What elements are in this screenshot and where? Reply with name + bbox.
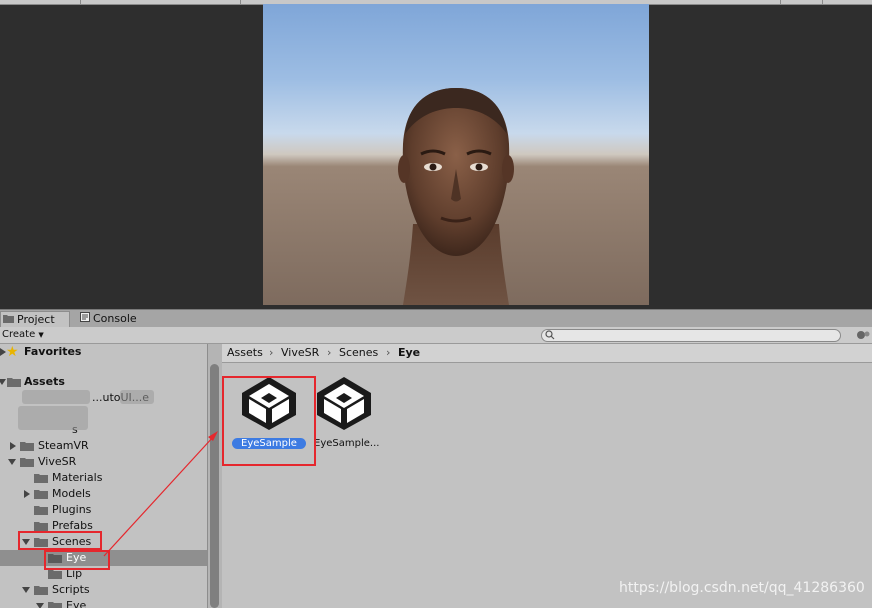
breadcrumb: Assets › ViveSR › Scenes › Eye: [222, 344, 872, 363]
tree-scrollbar[interactable]: [207, 344, 223, 608]
annotation-box-scenes: [18, 531, 102, 550]
tree-item-scripts-eye[interactable]: Eye: [0, 598, 207, 608]
folder-icon: [34, 474, 48, 483]
folder-icon: [3, 312, 14, 328]
tree-item-plugins[interactable]: Plugins: [0, 502, 207, 518]
breadcrumb-scenes[interactable]: Scenes: [339, 344, 378, 362]
tree-item-models[interactable]: Models: [0, 486, 207, 502]
watermark-text: https://blog.csdn.net/qq_41286360: [619, 580, 865, 596]
folder-icon: [34, 506, 48, 515]
head-model-image: [398, 88, 514, 305]
scrollbar-thumb[interactable]: [210, 364, 219, 608]
game-view: [0, 0, 872, 309]
unity-scene-icon: [317, 377, 371, 430]
annotation-box-eye: [44, 550, 110, 570]
breadcrumb-separator: ›: [269, 346, 274, 359]
folder-icon: [20, 458, 34, 467]
redaction-blur: [120, 390, 154, 404]
project-toolbar: Create ▼: [0, 327, 872, 344]
console-icon: [80, 311, 90, 327]
tab-console[interactable]: Console: [78, 311, 150, 327]
folder-icon: [34, 586, 48, 595]
annotation-box-asset: [222, 376, 316, 466]
asset-eyesample-2[interactable]: EyeSample...: [314, 375, 394, 455]
redaction-blur: [18, 406, 88, 430]
scene-viewport[interactable]: [263, 4, 649, 305]
breadcrumb-assets[interactable]: Assets: [227, 344, 263, 362]
folder-icon: [7, 378, 21, 387]
tab-project[interactable]: Project: [0, 311, 70, 328]
assets-root-folder[interactable]: Assets: [0, 374, 207, 390]
redaction-blur: [22, 390, 90, 404]
breadcrumb-eye[interactable]: Eye: [398, 344, 420, 362]
folder-icon: [48, 570, 62, 579]
search-input[interactable]: [541, 329, 841, 342]
panel-tab-bar: Project Console: [0, 309, 872, 328]
filter-icon[interactable]: [856, 329, 870, 344]
chevron-down-icon: ▼: [38, 331, 44, 339]
folder-icon: [34, 522, 48, 531]
star-icon: ★: [6, 344, 19, 360]
search-icon: [545, 330, 555, 343]
folder-icon: [20, 442, 34, 451]
favorites-header[interactable]: ★ Favorites: [0, 344, 207, 360]
create-dropdown-button[interactable]: Create ▼: [2, 328, 44, 342]
tree-item-materials[interactable]: Materials: [0, 470, 207, 486]
tree-item-vivesr[interactable]: ViveSR: [0, 454, 207, 470]
breadcrumb-separator: ›: [386, 346, 391, 359]
asset-grid: EyeSample EyeSample...: [222, 363, 872, 608]
breadcrumb-separator: ›: [327, 346, 332, 359]
tree-item-scripts[interactable]: Scripts: [0, 582, 207, 598]
folder-icon: [48, 602, 62, 608]
breadcrumb-vivesr[interactable]: ViveSR: [281, 344, 319, 362]
folder-icon: [34, 490, 48, 499]
tree-item-steamvr[interactable]: SteamVR: [0, 438, 207, 454]
